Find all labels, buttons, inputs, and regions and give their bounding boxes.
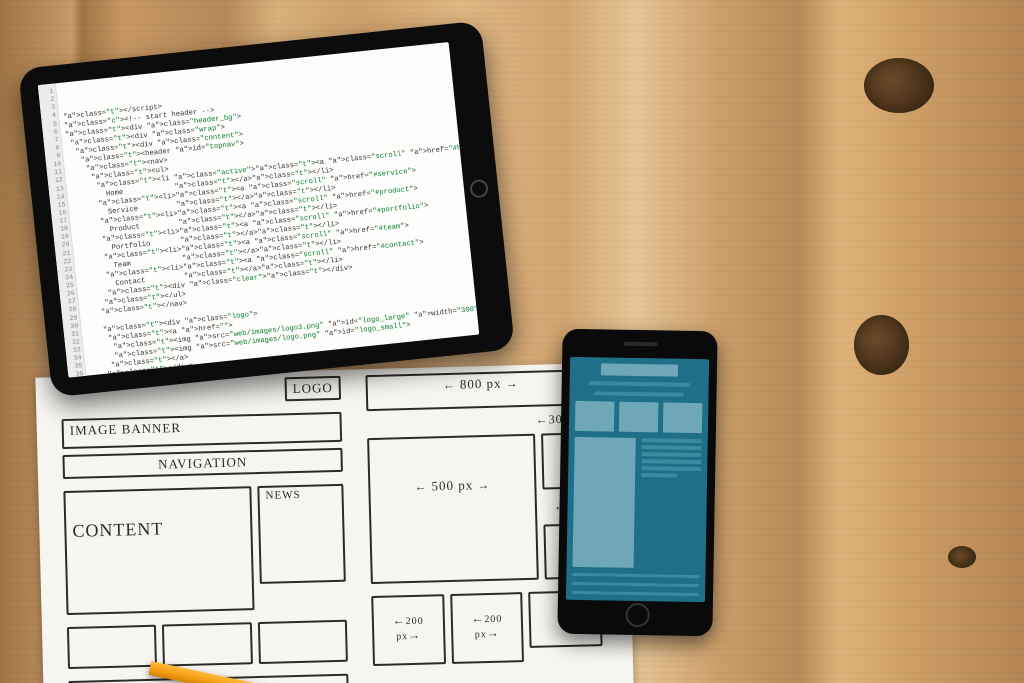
tablet-device: 1 2 3 4 5 6 7 8 9 10 11 12 13 14 15 16 1…: [18, 21, 515, 398]
phone-home-button-icon: [625, 603, 649, 627]
wf-logo-box: LOGO: [284, 376, 341, 401]
phone-mockup-screen: [566, 357, 709, 602]
wood-knot: [854, 315, 909, 375]
wf-news-box: NEWS: [257, 484, 346, 584]
wf-width-500: ← 500 px →: [367, 434, 539, 584]
wf-nav-box: NAVIGATION: [62, 448, 343, 479]
wood-knot: [948, 546, 976, 568]
html-source-code: "a">class="t"></script​> "a">class="c"><…: [63, 73, 479, 377]
wireframe-sketch-paper: LOGO IMAGE BANNER NAVIGATION CONTENT NEW…: [35, 362, 634, 683]
tablet-code-editor: 1 2 3 4 5 6 7 8 9 10 11 12 13 14 15 16 1…: [38, 42, 479, 378]
wf-banner-box: IMAGE BANNER: [61, 412, 342, 449]
mockup-header-bar: [601, 363, 677, 376]
wf-width-200b: ←200 px→: [450, 592, 524, 664]
wooden-desk-background: LOGO IMAGE BANNER NAVIGATION CONTENT NEW…: [0, 0, 1024, 683]
phone-speaker-icon: [623, 342, 657, 347]
wf-content-box: CONTENT: [63, 486, 254, 615]
tablet-home-button-icon: [469, 179, 489, 199]
wf-width-200a: ←200 px→: [371, 594, 445, 666]
mockup-tile-row: [575, 401, 703, 433]
smartphone-device: [557, 329, 717, 637]
wood-knot: [864, 58, 934, 113]
